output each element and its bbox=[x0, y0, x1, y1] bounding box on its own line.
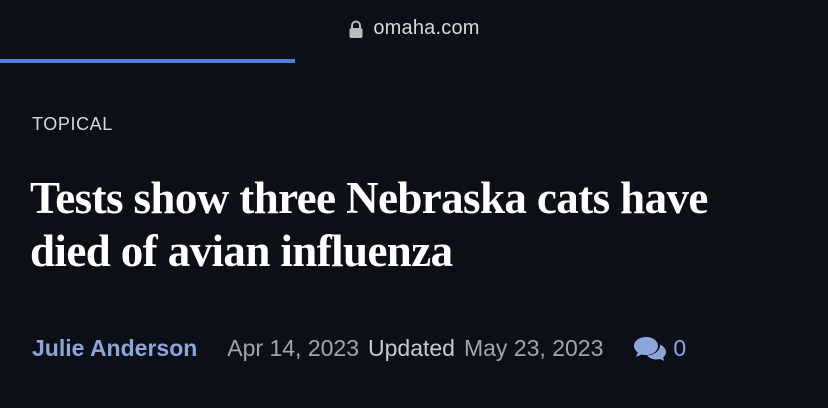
page-load-progress-fill bbox=[0, 59, 295, 63]
comments-link[interactable]: 0 bbox=[633, 334, 686, 362]
comment-count: 0 bbox=[673, 334, 687, 361]
article-headline: Tests show three Nebraska cats have died… bbox=[30, 173, 708, 276]
address-bar[interactable]: omaha.com bbox=[0, 17, 828, 40]
url-text: omaha.com bbox=[373, 17, 480, 39]
published-date: Apr 14, 2023 bbox=[227, 334, 360, 361]
author-link[interactable]: Julie Anderson bbox=[32, 335, 197, 362]
article-byline: Julie Anderson Apr 14, 2023 Updated May … bbox=[32, 334, 686, 362]
lock-icon bbox=[348, 20, 364, 39]
browser-toolbar: omaha.com bbox=[0, 0, 828, 64]
updated-label: Updated bbox=[368, 334, 455, 361]
updated-date: May 23, 2023 bbox=[463, 334, 604, 361]
page-load-progress bbox=[0, 59, 828, 63]
section-label[interactable]: TOPICAL bbox=[32, 114, 113, 135]
chat-bubbles-icon bbox=[633, 334, 667, 362]
